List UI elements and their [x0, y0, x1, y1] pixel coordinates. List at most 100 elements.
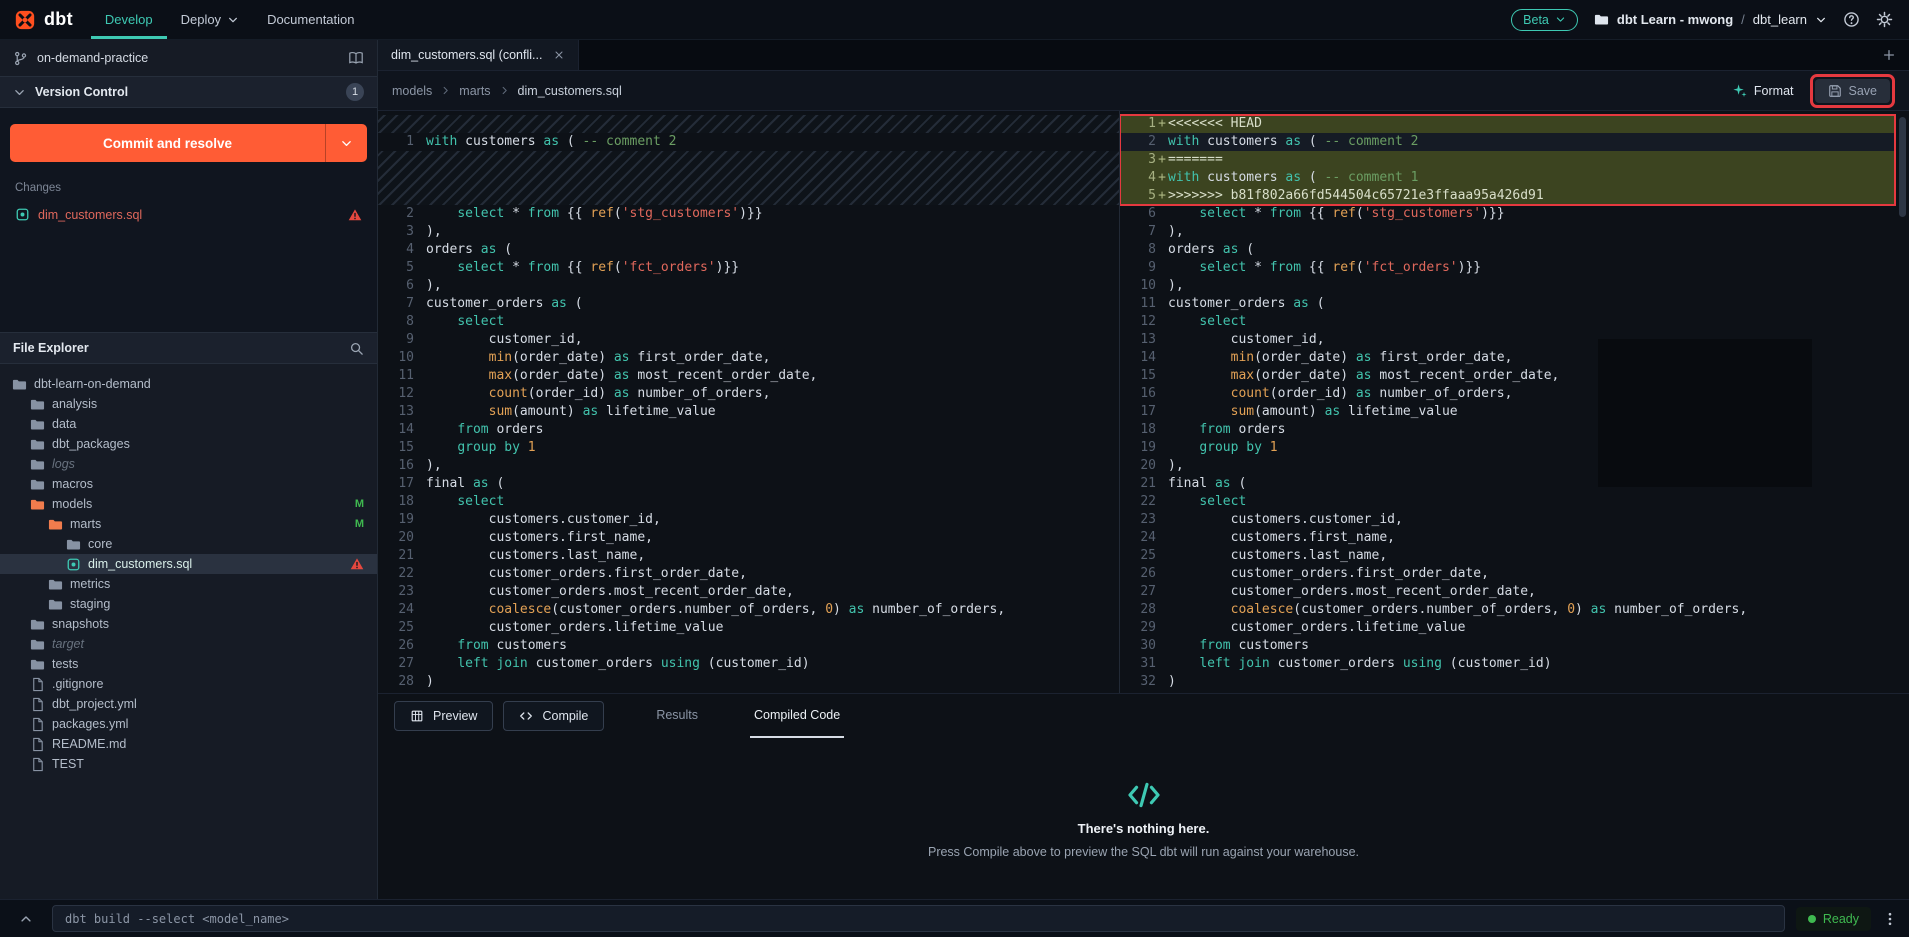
- command-input[interactable]: [52, 905, 1785, 932]
- tree-item-models[interactable]: modelsM: [0, 494, 377, 514]
- tree-item-dbt-project-yml[interactable]: dbt_project.yml: [0, 694, 377, 714]
- tab-dim-customers[interactable]: dim_customers.sql (confli...: [378, 40, 579, 70]
- code-line[interactable]: 15 group by 1: [378, 439, 1119, 457]
- tree-item-dbt-packages[interactable]: dbt_packages: [0, 434, 377, 454]
- code-line[interactable]: 6 select * from {{ ref('stg_customers')}…: [1120, 205, 1909, 223]
- code-line[interactable]: 12 count(order_id) as number_of_orders,: [378, 385, 1119, 403]
- code-line[interactable]: 31 left join customer_orders using (cust…: [1120, 655, 1909, 673]
- code-line[interactable]: 10 ),: [1120, 277, 1909, 295]
- code-line[interactable]: 26 customer_orders.first_order_date,: [1120, 565, 1909, 583]
- code-line[interactable]: 24 coalesce(customer_orders.number_of_or…: [378, 601, 1119, 619]
- code-line[interactable]: 11 customer_orders as (: [1120, 295, 1909, 313]
- code-line[interactable]: 10 min(order_date) as first_order_date,: [378, 349, 1119, 367]
- code-line[interactable]: 2 select * from {{ ref('stg_customers')}…: [378, 205, 1119, 223]
- code-line[interactable]: 8 orders as (: [1120, 241, 1909, 259]
- kebab-menu-icon[interactable]: [1882, 911, 1898, 927]
- code-line[interactable]: 4 orders as (: [378, 241, 1119, 259]
- preview-button[interactable]: Preview: [394, 701, 493, 731]
- nav-item-deploy[interactable]: Deploy: [167, 0, 253, 39]
- code-line[interactable]: 13 sum(amount) as lifetime_value: [378, 403, 1119, 421]
- code-line[interactable]: 23 customers.customer_id,: [1120, 511, 1909, 529]
- code-line[interactable]: 22 customer_orders.first_order_date,: [378, 565, 1119, 583]
- commit-button-dropdown[interactable]: [325, 124, 367, 162]
- gear-icon[interactable]: [1876, 11, 1893, 28]
- tree-item-logs[interactable]: logs: [0, 454, 377, 474]
- tree-item-packages-yml[interactable]: packages.yml: [0, 714, 377, 734]
- code-line[interactable]: 1+<<<<<<< HEAD: [1120, 115, 1895, 133]
- account-project-selector[interactable]: dbt Learn - mwong / dbt_learn: [1594, 12, 1827, 27]
- changed-file-row[interactable]: dim_customers.sql: [10, 202, 367, 227]
- code-line[interactable]: 22 select: [1120, 493, 1909, 511]
- merged-result-pane[interactable]: 1 with customers as ( -- comment 2 2 sele…: [378, 111, 1120, 693]
- code-line[interactable]: 19 customers.customer_id,: [378, 511, 1119, 529]
- code-line[interactable]: 28 coalesce(customer_orders.number_of_or…: [1120, 601, 1909, 619]
- editor-scrollbar-thumb[interactable]: [1899, 117, 1906, 217]
- tree-item-staging[interactable]: staging: [0, 594, 377, 614]
- close-icon[interactable]: [553, 49, 565, 61]
- code-line[interactable]: 7 customer_orders as (: [378, 295, 1119, 313]
- code-line[interactable]: 3+=======: [1120, 151, 1895, 169]
- tree-item-test[interactable]: TEST: [0, 754, 377, 774]
- tab-compiled-code[interactable]: Compiled Code: [750, 694, 844, 738]
- commit-and-resolve-button[interactable]: Commit and resolve: [10, 124, 367, 162]
- tree-item-dim-customers-sql[interactable]: dim_customers.sql: [0, 554, 377, 574]
- code-line[interactable]: 5 select * from {{ ref('fct_orders')}}: [378, 259, 1119, 277]
- tree-item--gitignore[interactable]: .gitignore: [0, 674, 377, 694]
- code-line[interactable]: 23 customer_orders.most_recent_order_dat…: [378, 583, 1119, 601]
- code-line[interactable]: 6 ),: [378, 277, 1119, 295]
- code-line[interactable]: 1 with customers as ( -- comment 2: [378, 133, 1119, 151]
- tree-item-snapshots[interactable]: snapshots: [0, 614, 377, 634]
- tree-item-readme-md[interactable]: README.md: [0, 734, 377, 754]
- tree-item-dbt-learn-on-demand[interactable]: dbt-learn-on-demand: [0, 374, 377, 394]
- expand-command-history-button[interactable]: [11, 904, 41, 934]
- code-line[interactable]: 11 max(order_date) as most_recent_order_…: [378, 367, 1119, 385]
- code-line[interactable]: 27 left join customer_orders using (cust…: [378, 655, 1119, 673]
- file-explorer-header[interactable]: File Explorer: [0, 332, 377, 364]
- code-line[interactable]: 20 ),: [1120, 457, 1909, 475]
- code-line[interactable]: 5+>>>>>>> b81f802a66fd544504c65721e3ffaa…: [1120, 187, 1895, 205]
- code-line[interactable]: 21 final as (: [1120, 475, 1909, 493]
- status-ready[interactable]: Ready: [1796, 907, 1871, 931]
- code-line[interactable]: 9 customer_id,: [378, 331, 1119, 349]
- tree-item-metrics[interactable]: metrics: [0, 574, 377, 594]
- search-icon[interactable]: [349, 341, 364, 356]
- code-line[interactable]: 20 customers.first_name,: [378, 529, 1119, 547]
- code-line[interactable]: 14 min(order_date) as first_order_date,: [1120, 349, 1909, 367]
- version-control-header[interactable]: Version Control 1: [0, 76, 377, 108]
- code-line[interactable]: 13 customer_id,: [1120, 331, 1909, 349]
- breadcrumb-file[interactable]: dim_customers.sql: [518, 84, 622, 98]
- format-button[interactable]: Format: [1732, 83, 1794, 98]
- tree-item-data[interactable]: data: [0, 414, 377, 434]
- compile-button[interactable]: Compile: [503, 701, 604, 731]
- tree-item-tests[interactable]: tests: [0, 654, 377, 674]
- code-line[interactable]: 15 max(order_date) as most_recent_order_…: [1120, 367, 1909, 385]
- code-line[interactable]: 3 ),: [378, 223, 1119, 241]
- breadcrumb-models[interactable]: models: [392, 84, 432, 98]
- tree-item-marts[interactable]: martsM: [0, 514, 377, 534]
- new-tab-button[interactable]: [1869, 40, 1909, 70]
- code-line[interactable]: 24 customers.first_name,: [1120, 529, 1909, 547]
- code-line[interactable]: 2 with customers as ( -- comment 2: [1120, 133, 1895, 151]
- code-line[interactable]: 19 group by 1: [1120, 439, 1909, 457]
- code-line[interactable]: 28 ): [378, 673, 1119, 691]
- code-line[interactable]: 18 select: [378, 493, 1119, 511]
- code-line[interactable]: 17 final as (: [378, 475, 1119, 493]
- tree-item-target[interactable]: target: [0, 634, 377, 654]
- code-line[interactable]: 32 ): [1120, 673, 1909, 691]
- code-line[interactable]: 21 customers.last_name,: [378, 547, 1119, 565]
- branch-row[interactable]: on-demand-practice: [0, 40, 377, 76]
- code-line[interactable]: 27 customer_orders.most_recent_order_dat…: [1120, 583, 1909, 601]
- nav-item-develop[interactable]: Develop: [91, 0, 167, 39]
- code-line[interactable]: 16 count(order_id) as number_of_orders,: [1120, 385, 1909, 403]
- nav-item-documentation[interactable]: Documentation: [253, 0, 368, 39]
- dbt-logo[interactable]: dbt: [0, 0, 91, 39]
- code-line[interactable]: 12 select: [1120, 313, 1909, 331]
- code-line[interactable]: 30 from customers: [1120, 637, 1909, 655]
- save-button[interactable]: Save: [1815, 79, 1891, 103]
- code-line[interactable]: 26 from customers: [378, 637, 1119, 655]
- code-line[interactable]: 25 customer_orders.lifetime_value: [378, 619, 1119, 637]
- code-line[interactable]: 4+with customers as ( -- comment 1: [1120, 169, 1895, 187]
- book-icon[interactable]: [348, 50, 364, 66]
- code-line[interactable]: 29 customer_orders.lifetime_value: [1120, 619, 1909, 637]
- tree-item-analysis[interactable]: analysis: [0, 394, 377, 414]
